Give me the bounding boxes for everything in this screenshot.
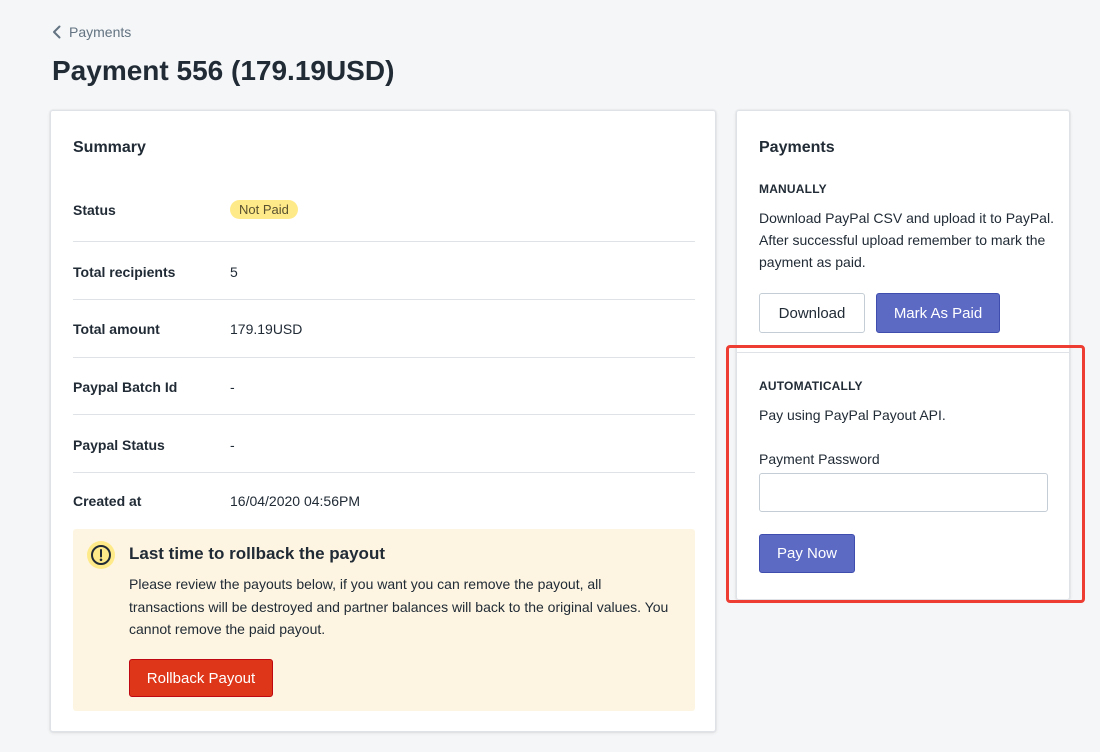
summary-row-recipients: Total recipients 5: [73, 242, 695, 300]
mark-as-paid-button[interactable]: Mark As Paid: [876, 293, 1000, 333]
rollback-warning-banner: Last time to rollback the payout Please …: [73, 529, 695, 711]
summary-row-batch-id: Paypal Batch Id -: [73, 358, 695, 415]
summary-title: Summary: [73, 139, 146, 156]
row-label: Total amount: [73, 321, 160, 337]
row-value: 16/04/2020 04:56PM: [230, 493, 360, 509]
section-divider: [737, 352, 1069, 353]
payments-title: Payments: [759, 139, 835, 156]
row-label: Created at: [73, 493, 142, 509]
status-badge: Not Paid: [230, 200, 298, 219]
row-label: Total recipients: [73, 264, 176, 280]
summary-row-created: Created at 16/04/2020 04:56PM: [73, 473, 695, 523]
row-value: -: [230, 379, 235, 395]
download-button[interactable]: Download: [759, 293, 865, 333]
row-value: -: [230, 437, 235, 453]
password-label: Payment Password: [759, 451, 880, 467]
summary-row-status: Status Not Paid: [73, 185, 695, 242]
row-label: Status: [73, 202, 116, 218]
exclamation-circle-icon: [87, 541, 115, 569]
manually-text: Download PayPal CSV and upload it to Pay…: [759, 210, 1054, 270]
rollback-payout-button[interactable]: Rollback Payout: [129, 659, 273, 697]
payment-password-input[interactable]: [759, 473, 1048, 512]
payments-card: Payments MANUALLY Download PayPal CSV an…: [736, 110, 1070, 600]
manually-heading: MANUALLY: [759, 182, 827, 196]
automatically-text: Pay using PayPal Payout API.: [759, 407, 946, 423]
row-label: Paypal Status: [73, 437, 165, 453]
row-value: 5: [230, 264, 238, 280]
banner-title: Last time to rollback the payout: [129, 544, 385, 563]
summary-row-amount: Total amount 179.19USD: [73, 300, 695, 358]
page-title: Payment 556 (179.19USD): [52, 55, 395, 86]
chevron-left-icon: [53, 25, 61, 39]
breadcrumb[interactable]: Payments: [52, 24, 131, 40]
summary-card: Summary Status Not Paid Total recipients…: [50, 110, 716, 732]
row-value: 179.19USD: [230, 321, 303, 337]
banner-text: Please review the payouts below, if you …: [129, 576, 669, 637]
breadcrumb-label[interactable]: Payments: [69, 24, 131, 40]
row-label: Paypal Batch Id: [73, 379, 178, 395]
automatically-heading: AUTOMATICALLY: [759, 379, 863, 393]
summary-row-paypal-status: Paypal Status -: [73, 415, 695, 473]
pay-now-button[interactable]: Pay Now: [759, 534, 855, 573]
